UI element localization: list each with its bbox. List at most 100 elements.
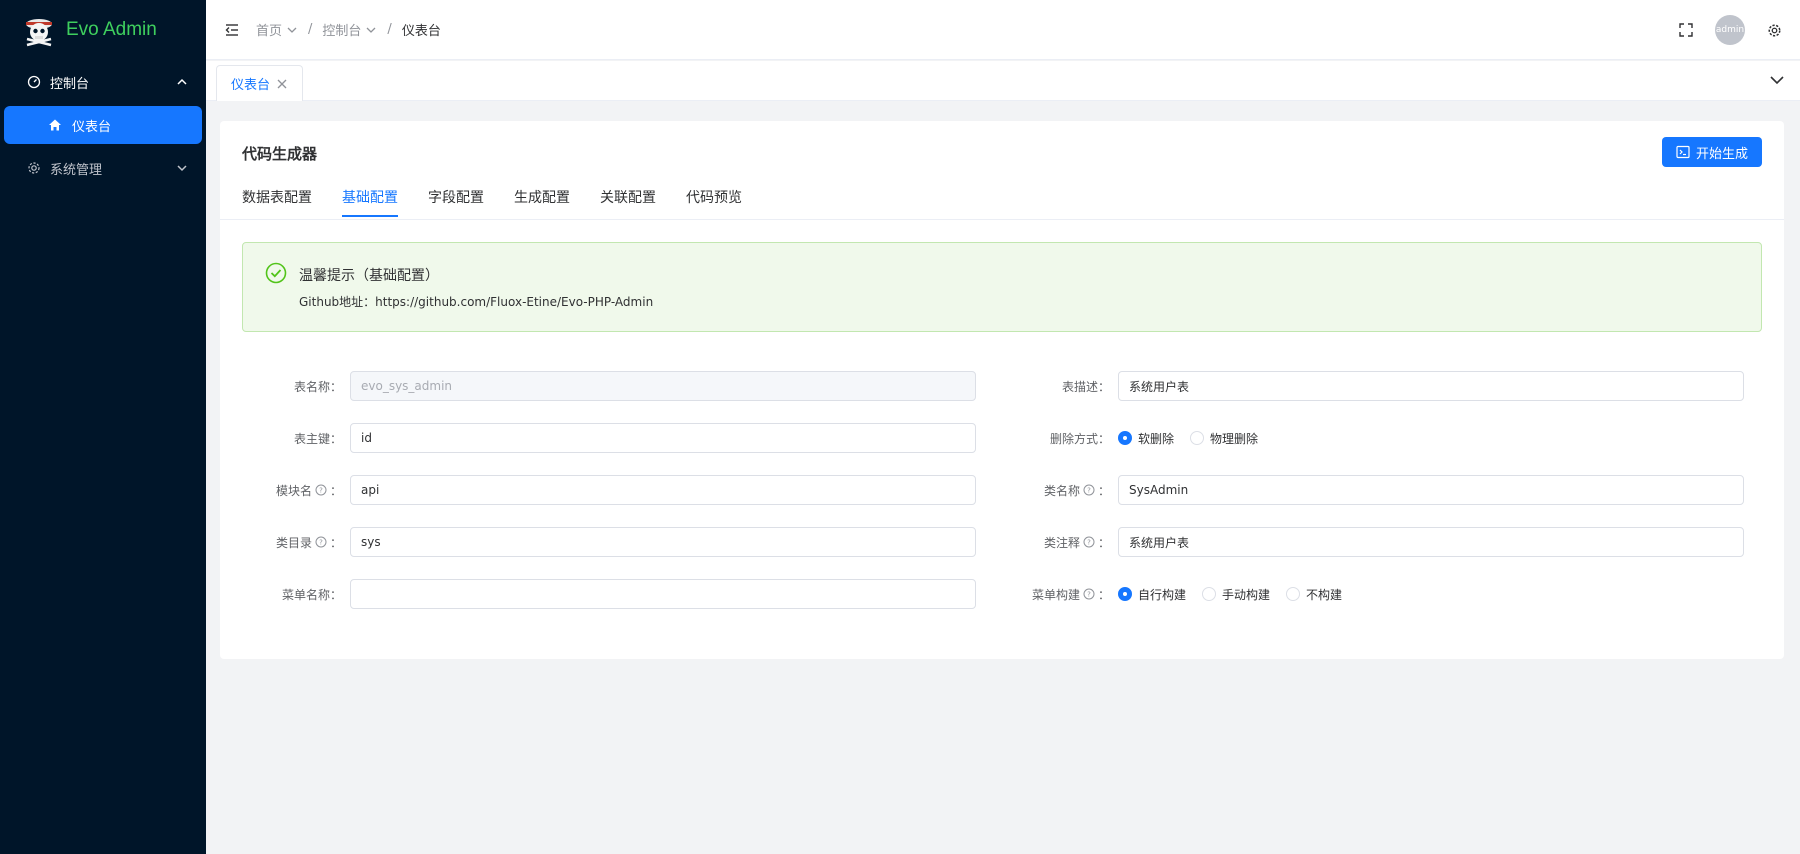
breadcrumb-separator: / bbox=[308, 22, 313, 37]
app-name: Evo Admin bbox=[66, 19, 157, 40]
radio-self-build[interactable]: 自行构建 bbox=[1118, 586, 1186, 603]
delete-mode-radio-group: 软删除 物理删除 bbox=[1118, 430, 1258, 447]
basic-config-form: 表名称： evo_sys_admin 表描述： 系统用户表 表主键： id 删除… bbox=[220, 371, 1784, 631]
card-title: 代码生成器 bbox=[242, 145, 318, 163]
tab-relation-config[interactable]: 关联配置 bbox=[600, 177, 656, 217]
tabs-divider bbox=[220, 219, 1784, 220]
radio-dot[interactable] bbox=[1202, 587, 1217, 601]
sidebar-item-label: 仪表台 bbox=[72, 119, 112, 135]
delete-mode-field: 删除方式： 软删除 物理删除 bbox=[988, 423, 1258, 453]
form-row: 模块名 ? ： api 类名称 ? ： SysAdmin bbox=[220, 475, 1784, 527]
menu-fold-icon[interactable] bbox=[224, 22, 240, 38]
radio-label: 不构建 bbox=[1306, 587, 1343, 602]
radio-dot[interactable] bbox=[1118, 587, 1132, 601]
sidebar-item-label: 系统管理 bbox=[50, 162, 103, 178]
field-label: 表名称： bbox=[293, 379, 342, 394]
question-circle-icon[interactable]: ? bbox=[315, 536, 327, 548]
button-label: 开始生成 bbox=[1695, 146, 1748, 162]
field-label: 删除方式： bbox=[1049, 431, 1110, 446]
sidebar: Evo Admin 控制台 仪表台 系统管理 bbox=[0, 0, 206, 854]
radio-dot[interactable] bbox=[1190, 431, 1205, 445]
svg-text:?: ? bbox=[1087, 487, 1091, 495]
tab-code-preview[interactable]: 代码预览 bbox=[686, 177, 742, 217]
field-label-text: 类注释 bbox=[1043, 535, 1080, 550]
class-name-input[interactable]: SysAdmin bbox=[1118, 475, 1744, 505]
question-circle-icon[interactable]: ? bbox=[1083, 484, 1095, 496]
close-icon[interactable] bbox=[276, 78, 288, 90]
primary-key-field: 表主键： id bbox=[220, 423, 976, 453]
breadcrumb-console[interactable]: 控制台 bbox=[322, 20, 377, 39]
radio-dot[interactable] bbox=[1286, 587, 1301, 601]
primary-key-input[interactable]: id bbox=[350, 423, 976, 453]
breadcrumb-current: 仪表台 bbox=[401, 24, 441, 39]
radio-physical-delete[interactable]: 物理删除 bbox=[1190, 430, 1258, 447]
radio-no-build[interactable]: 不构建 bbox=[1286, 586, 1342, 603]
menu-build-field: 菜单构建 ? ： 自行构建 手动构建 不构建 bbox=[988, 579, 1342, 609]
question-circle-icon[interactable]: ? bbox=[315, 484, 327, 496]
breadcrumb-label: 首页 bbox=[256, 24, 283, 39]
breadcrumb-home[interactable]: 首页 bbox=[256, 20, 298, 39]
table-desc-input[interactable]: 系统用户表 bbox=[1118, 371, 1744, 401]
alert-description: Github地址：https://github.com/Fluox-Etine/… bbox=[299, 295, 654, 309]
chevron-up-icon bbox=[177, 78, 187, 85]
header-actions: admin bbox=[1679, 0, 1782, 60]
field-label-suffix: ： bbox=[1097, 483, 1110, 498]
svg-text:?: ? bbox=[319, 539, 323, 547]
terminal-icon bbox=[1676, 145, 1690, 159]
tab-generate-config[interactable]: 生成配置 bbox=[514, 177, 570, 217]
top-header: 首页 / 控制台 / 仪表台 admin bbox=[206, 0, 1800, 60]
question-circle-icon[interactable]: ? bbox=[1083, 536, 1095, 548]
avatar[interactable]: admin bbox=[1715, 15, 1745, 45]
svg-text:?: ? bbox=[1087, 591, 1091, 599]
home-icon bbox=[48, 117, 64, 133]
radio-soft-delete[interactable]: 软删除 bbox=[1118, 430, 1174, 447]
breadcrumb-separator: / bbox=[387, 22, 392, 37]
form-row: 类目录 ? ： sys 类注释 ? ： 系统用户表 bbox=[220, 527, 1784, 579]
code-generator-card: 代码生成器 开始生成 数据表配置 基础配置 字段配置 生成配置 关联配置 代码预… bbox=[220, 121, 1784, 659]
settings-icon[interactable] bbox=[1767, 23, 1782, 38]
field-label-text: 类名称 bbox=[1043, 483, 1080, 498]
table-desc-field: 表描述： 系统用户表 bbox=[988, 371, 1744, 401]
form-row: 表主键： id 删除方式： 软删除 物理删除 bbox=[220, 423, 1784, 475]
fullscreen-icon[interactable] bbox=[1679, 23, 1693, 37]
sidebar-item-dashboard[interactable]: 控制台 bbox=[0, 60, 206, 104]
form-row: 表名称： evo_sys_admin 表描述： 系统用户表 bbox=[220, 371, 1784, 423]
field-label-text: 菜单构建 bbox=[1031, 587, 1080, 602]
class-comment-input[interactable]: 系统用户表 bbox=[1118, 527, 1744, 557]
menu-name-input[interactable] bbox=[350, 579, 976, 609]
tab-field-config[interactable]: 字段配置 bbox=[428, 177, 484, 217]
question-circle-icon[interactable]: ? bbox=[1083, 588, 1095, 600]
field-label-suffix: ： bbox=[329, 483, 342, 498]
tab-table-config[interactable]: 数据表配置 bbox=[242, 177, 312, 217]
menu-build-radio-group: 自行构建 手动构建 不构建 bbox=[1118, 586, 1342, 603]
table-name-input: evo_sys_admin bbox=[350, 371, 976, 401]
check-circle-icon bbox=[265, 262, 287, 284]
field-label: 表主键： bbox=[293, 431, 342, 446]
gear-icon bbox=[26, 160, 42, 176]
field-label-text: 模块名 bbox=[275, 483, 312, 498]
tab-basic-config[interactable]: 基础配置 bbox=[342, 177, 398, 217]
class-dir-input[interactable]: sys bbox=[350, 527, 976, 557]
dashboard-icon bbox=[26, 74, 42, 90]
radio-label: 物理删除 bbox=[1210, 431, 1259, 446]
breadcrumb: 首页 / 控制台 / 仪表台 bbox=[256, 20, 441, 39]
page-tab-console[interactable]: 仪表台 bbox=[216, 65, 304, 101]
module-name-input[interactable]: api bbox=[350, 475, 976, 505]
class-comment-field: 类注释 ? ： 系统用户表 bbox=[988, 527, 1744, 557]
alert-title: 温馨提示（基础配置） bbox=[299, 268, 439, 284]
start-generate-button[interactable]: 开始生成 bbox=[1661, 137, 1762, 167]
form-row: 菜单名称： 菜单构建 ? ： 自行构建 手动构建 不构建 bbox=[220, 579, 1784, 631]
chevron-down-icon[interactable] bbox=[1768, 71, 1786, 89]
radio-label: 软删除 bbox=[1138, 431, 1175, 446]
radio-manual-build[interactable]: 手动构建 bbox=[1202, 586, 1270, 603]
radio-label: 手动构建 bbox=[1222, 587, 1271, 602]
field-label: 类名称 ? ： bbox=[988, 482, 1118, 499]
table-name-field: 表名称： evo_sys_admin bbox=[220, 371, 976, 401]
logo[interactable]: Evo Admin bbox=[0, 0, 206, 60]
sidebar-item-system[interactable]: 系统管理 bbox=[0, 146, 206, 190]
field-label: 类目录 ? ： bbox=[220, 534, 350, 551]
sidebar-item-console[interactable]: 仪表台 bbox=[4, 106, 202, 144]
class-name-field: 类名称 ? ： SysAdmin bbox=[988, 475, 1744, 505]
radio-dot[interactable] bbox=[1118, 431, 1132, 445]
field-label: 模块名 ? ： bbox=[220, 482, 350, 499]
